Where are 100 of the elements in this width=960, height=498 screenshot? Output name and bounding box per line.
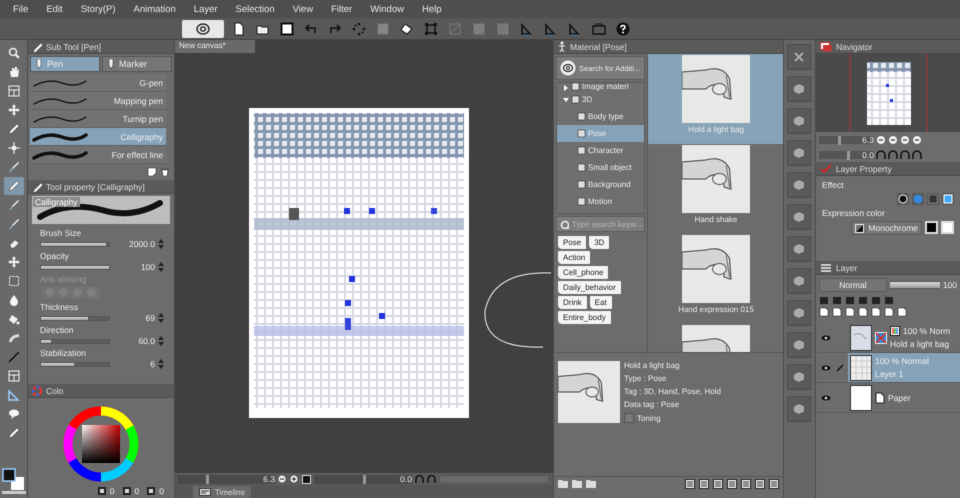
menu-item[interactable]: Layer	[184, 4, 227, 14]
frame-icon[interactable]	[592, 22, 606, 36]
brush-icon[interactable]	[8, 199, 20, 211]
brush-item[interactable]: Turnip pen	[30, 110, 166, 128]
bucket-icon[interactable]	[400, 22, 414, 36]
toning-checkbox[interactable]	[624, 413, 634, 423]
tone-icon[interactable]	[927, 193, 939, 205]
tag-chip[interactable]: Drink	[558, 296, 587, 309]
new-page-icon[interactable]	[147, 167, 157, 177]
layer-row[interactable]: 100 % Normal Layer 1	[848, 353, 960, 382]
keyword-search-field[interactable]: Type search keyw...	[556, 216, 645, 232]
color-swatch-icon[interactable]	[2, 468, 26, 494]
eraser-icon[interactable]	[8, 237, 20, 249]
tag-chip[interactable]: 3D	[589, 236, 610, 249]
brush-item[interactable]: For effect line	[30, 146, 166, 164]
layer-row[interactable]: Paper	[848, 383, 960, 412]
spin-arrows-icon[interactable]	[158, 336, 164, 346]
spin-arrows-icon[interactable]	[158, 262, 164, 272]
tree-item[interactable]: Character	[557, 142, 644, 159]
menu-item[interactable]: View	[284, 4, 322, 14]
border-effect-icon[interactable]	[897, 193, 909, 205]
tree-item[interactable]: Motion	[557, 193, 644, 210]
slider-track[interactable]	[40, 362, 110, 366]
rotate-left-icon[interactable]	[876, 150, 886, 160]
clip-studio-button[interactable]	[182, 20, 224, 38]
slider-track[interactable]	[40, 338, 110, 344]
frame-icon[interactable]	[8, 370, 20, 382]
color-wheel[interactable]	[61, 404, 141, 484]
slider-thumb[interactable]	[838, 136, 842, 144]
new-file-icon[interactable]	[232, 22, 246, 36]
tag-chip[interactable]: Cell_phone	[558, 266, 608, 279]
zoom-slider[interactable]: 6.3	[177, 474, 275, 484]
blend-mode-dropdown[interactable]: Normal	[819, 278, 887, 292]
list-view-icon[interactable]	[699, 478, 709, 488]
brush-item[interactable]: Mapping pen	[30, 92, 166, 110]
transform-icon[interactable]	[424, 22, 438, 36]
redo-icon[interactable]	[328, 22, 342, 36]
material-item[interactable]: Hand expression 015	[648, 234, 783, 324]
spin-arrows-icon[interactable]	[158, 239, 164, 249]
brush-icon[interactable]	[8, 161, 20, 173]
save-icon[interactable]	[280, 22, 294, 36]
balloon-icon[interactable]	[8, 408, 20, 420]
spark-icon[interactable]	[352, 22, 366, 36]
line-icon[interactable]	[8, 351, 20, 363]
detail-view-icon[interactable]	[741, 478, 751, 488]
search-icon[interactable]	[8, 47, 20, 59]
visibility-eye-icon[interactable]	[821, 364, 831, 370]
menu-item[interactable]: Window	[361, 4, 413, 14]
droplet-icon[interactable]	[8, 294, 20, 306]
side-panel-button[interactable]	[787, 300, 811, 326]
slider-thumb[interactable]	[846, 150, 850, 160]
side-panel-button[interactable]	[787, 140, 811, 166]
slider-thumb[interactable]	[206, 474, 210, 484]
menu-item[interactable]: Selection	[226, 4, 284, 14]
tag-chip[interactable]: Action	[558, 251, 590, 264]
tool-group-tab[interactable]: Marker	[102, 56, 172, 72]
menu-item[interactable]: Story(P)	[72, 4, 125, 14]
layer-row[interactable]: 100 % Norm Hold a light bag	[848, 323, 960, 352]
collapsed-arrow-icon[interactable]	[563, 85, 569, 91]
side-panel-button[interactable]	[787, 76, 811, 102]
expression-color-dropdown[interactable]: Monochrome	[851, 221, 922, 235]
color-icon[interactable]	[912, 193, 924, 205]
slider-track[interactable]	[40, 242, 110, 246]
spark-icon[interactable]	[8, 142, 20, 154]
menu-item[interactable]: Help	[412, 4, 451, 14]
rotate-right-icon[interactable]	[888, 150, 898, 160]
menu-item[interactable]: File	[4, 4, 38, 14]
new-layer-icon[interactable]	[819, 307, 829, 317]
brush-item[interactable]: G-pen	[30, 74, 166, 92]
gradient-icon[interactable]	[8, 332, 20, 344]
ruler-icon[interactable]	[8, 389, 20, 401]
side-panel-button[interactable]	[787, 396, 811, 422]
side-panel-button[interactable]	[787, 172, 811, 198]
menu-item[interactable]: Edit	[37, 4, 72, 14]
material-item[interactable]: Hand shake	[648, 144, 783, 234]
zoom-slider[interactable]: 6.3	[819, 136, 874, 144]
side-panel-button[interactable]	[787, 44, 811, 70]
side-panel-button[interactable]	[787, 108, 811, 134]
tag-chip[interactable]: Pose	[558, 236, 586, 249]
tree-item[interactable]: Background	[557, 176, 644, 193]
side-panel-button[interactable]	[787, 236, 811, 262]
rotate-right-icon[interactable]	[427, 474, 436, 484]
rotate-left-icon[interactable]	[415, 474, 424, 484]
tag-chip[interactable]: Daily_behavior	[558, 281, 621, 294]
move-icon[interactable]	[8, 104, 20, 116]
tree-item[interactable]: Small object	[557, 159, 644, 176]
canvas-tab[interactable]: New canvas*	[175, 40, 255, 53]
zoom-out-icon[interactable]	[278, 474, 287, 484]
brush-icon[interactable]	[8, 218, 20, 230]
fill-color-swatch[interactable]	[941, 221, 954, 234]
panel-tab[interactable]: Colo	[46, 386, 64, 396]
tag-chip[interactable]: Eat	[590, 296, 612, 309]
tree-item[interactable]: 3D	[557, 91, 644, 108]
side-panel-button[interactable]	[787, 332, 811, 358]
side-panel-button[interactable]	[787, 204, 811, 230]
menu-item[interactable]: Animation	[124, 4, 185, 14]
side-panel-button[interactable]	[787, 364, 811, 390]
expanded-arrow-icon[interactable]	[563, 96, 569, 102]
move-icon[interactable]	[8, 256, 20, 268]
horizontal-scrollbar[interactable]	[439, 474, 549, 484]
